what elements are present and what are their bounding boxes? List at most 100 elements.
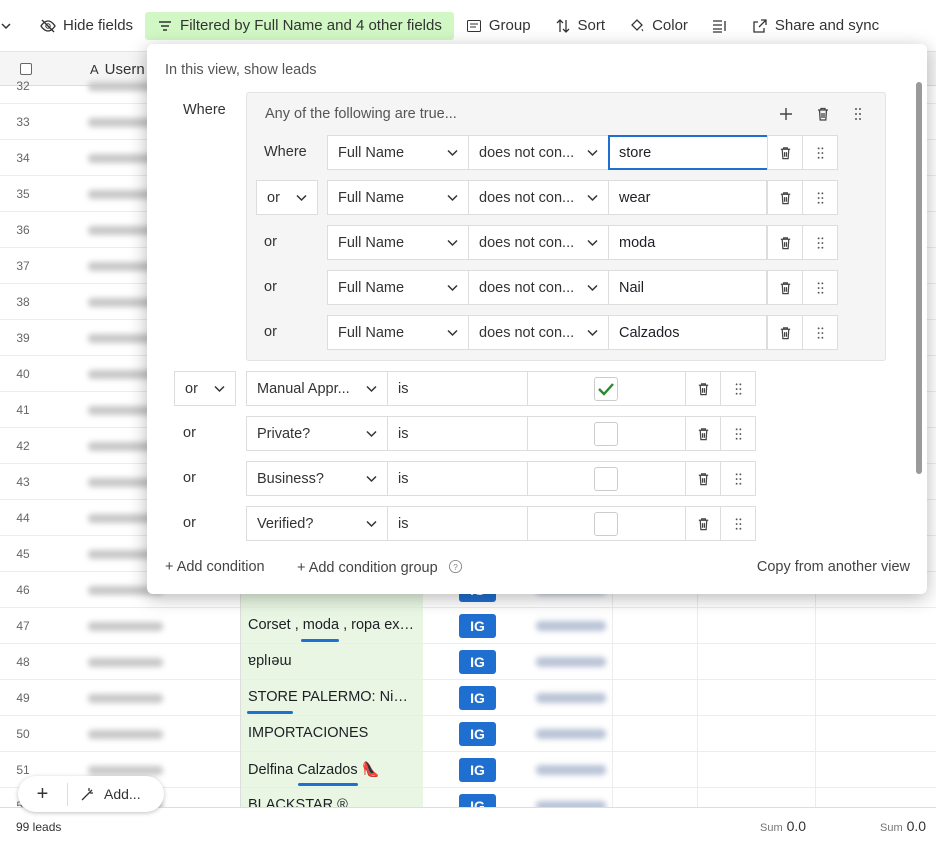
condition-group: Any of the following are true... Where Fu…: [246, 92, 886, 361]
redacted-cell[interactable]: [536, 765, 606, 775]
add-record-button[interactable]: +: [18, 782, 68, 806]
trash-icon[interactable]: [815, 106, 831, 122]
operator-select[interactable]: does not con...: [468, 270, 609, 305]
operator-select[interactable]: is: [387, 416, 528, 451]
popup-scrollbar[interactable]: [916, 82, 922, 474]
field-select[interactable]: Full Name: [327, 270, 469, 305]
field-select[interactable]: Full Name: [327, 135, 469, 170]
operator-select[interactable]: does not con...: [468, 315, 609, 350]
operator-select[interactable]: does not con...: [468, 180, 609, 215]
username-cell-redacted[interactable]: [88, 622, 163, 631]
field-select[interactable]: Business?: [246, 461, 388, 496]
drag-handle-icon[interactable]: [850, 106, 866, 122]
redacted-cell[interactable]: [536, 729, 606, 739]
field-select[interactable]: Private?: [246, 416, 388, 451]
field-select[interactable]: Verified?: [246, 506, 388, 541]
sum-summary-1[interactable]: Sum 0.0: [760, 818, 806, 834]
row-number: 51: [16, 763, 30, 777]
conjunction-select[interactable]: or: [256, 180, 318, 215]
value-checkbox[interactable]: [594, 512, 618, 536]
platform-badge: IG: [459, 614, 496, 638]
delete-condition-button[interactable]: [767, 270, 803, 305]
drag-handle-icon: [817, 147, 824, 159]
username-cell-redacted[interactable]: [88, 766, 163, 775]
drag-condition-handle[interactable]: [802, 225, 838, 260]
filter-value-input[interactable]: moda: [608, 225, 767, 260]
delete-condition-button[interactable]: [685, 371, 721, 406]
color-button[interactable]: Color: [617, 12, 700, 40]
field-select[interactable]: Manual Appr...: [246, 371, 388, 406]
drag-condition-handle[interactable]: [802, 180, 838, 215]
help-icon[interactable]: ?: [448, 559, 463, 574]
table-row[interactable]: 48 ɐplıǝɯ IG: [0, 644, 936, 680]
redacted-cell[interactable]: [536, 657, 606, 667]
redacted-cell[interactable]: [536, 693, 606, 703]
full-name-cell[interactable]: IMPORTACIONES: [240, 716, 423, 751]
drag-condition-handle[interactable]: [720, 506, 756, 541]
add-condition-group-label: + Add condition group: [297, 560, 438, 576]
toolbar-chevron[interactable]: [0, 12, 28, 40]
chevron-down-icon: [366, 385, 377, 393]
copy-from-view-button[interactable]: Copy from another view: [757, 559, 910, 575]
field-select[interactable]: Full Name: [327, 180, 469, 215]
add-with-ai-button[interactable]: Add...: [68, 786, 141, 802]
operator-select[interactable]: is: [387, 371, 528, 406]
table-row[interactable]: 49 STORE PALERMO: Nicar... IG: [0, 680, 936, 716]
conjunction-label: or: [264, 279, 277, 295]
table-row[interactable]: 50 IMPORTACIONES IG: [0, 716, 936, 752]
delete-condition-button[interactable]: [767, 315, 803, 350]
filter-value-input[interactable]: Nail: [608, 270, 767, 305]
value-checkbox[interactable]: [594, 377, 618, 401]
filter-button[interactable]: Filtered by Full Name and 4 other fields: [145, 11, 454, 40]
share-sync-button[interactable]: Share and sync: [740, 12, 891, 40]
add-condition-group-button[interactable]: + Add condition group ?: [297, 559, 463, 576]
drag-condition-handle[interactable]: [802, 270, 838, 305]
platform-badge: IG: [459, 758, 496, 782]
plus-icon[interactable]: [778, 106, 794, 122]
drag-condition-handle[interactable]: [802, 135, 838, 170]
delete-condition-button[interactable]: [767, 180, 803, 215]
username-cell-redacted[interactable]: [88, 658, 163, 667]
filter-value-input[interactable]: wear: [608, 180, 767, 215]
operator-select[interactable]: is: [387, 506, 528, 541]
sort-button[interactable]: Sort: [543, 12, 618, 40]
full-name-cell[interactable]: STORE PALERMO: Nicar...: [240, 680, 423, 715]
row-number: 49: [16, 691, 30, 705]
filter-value-input[interactable]: store: [608, 135, 770, 170]
operator-select[interactable]: is: [387, 461, 528, 496]
value-checkbox[interactable]: [594, 467, 618, 491]
full-name-cell[interactable]: Corset , moda , ropa exc...: [240, 608, 423, 643]
hide-fields-button[interactable]: Hide fields: [28, 12, 145, 40]
row-height-button[interactable]: [700, 12, 740, 40]
row-number: 43: [16, 475, 30, 489]
sum-summary-2[interactable]: Sum 0.0: [880, 818, 926, 834]
row-number: 36: [16, 223, 30, 237]
delete-condition-button[interactable]: [685, 416, 721, 451]
conjunction-select[interactable]: or: [174, 371, 236, 406]
drag-condition-handle[interactable]: [720, 416, 756, 451]
row-number: 40: [16, 367, 30, 381]
table-row[interactable]: 47 Corset , moda , ropa exc... IG: [0, 608, 936, 644]
checkbox-value-cell: [527, 371, 687, 406]
username-cell-redacted[interactable]: [88, 730, 163, 739]
delete-condition-button[interactable]: [767, 135, 803, 170]
add-condition-button[interactable]: + Add condition: [165, 559, 265, 575]
drag-condition-handle[interactable]: [720, 461, 756, 496]
operator-select[interactable]: does not con...: [468, 135, 609, 170]
field-select[interactable]: Full Name: [327, 225, 469, 260]
value-checkbox[interactable]: [594, 422, 618, 446]
filter-value-input[interactable]: Calzados: [608, 315, 767, 350]
delete-condition-button[interactable]: [685, 461, 721, 496]
field-select[interactable]: Full Name: [327, 315, 469, 350]
drag-condition-handle[interactable]: [720, 371, 756, 406]
filter-condition: or Private? is: [174, 416, 774, 451]
delete-condition-button[interactable]: [685, 506, 721, 541]
drag-condition-handle[interactable]: [802, 315, 838, 350]
full-name-cell[interactable]: Delfina Calzados 👠: [240, 752, 423, 787]
full-name-cell[interactable]: ɐplıǝɯ: [240, 644, 423, 679]
delete-condition-button[interactable]: [767, 225, 803, 260]
username-cell-redacted[interactable]: [88, 694, 163, 703]
redacted-cell[interactable]: [536, 621, 606, 631]
operator-select[interactable]: does not con...: [468, 225, 609, 260]
group-button[interactable]: Group: [454, 12, 543, 40]
